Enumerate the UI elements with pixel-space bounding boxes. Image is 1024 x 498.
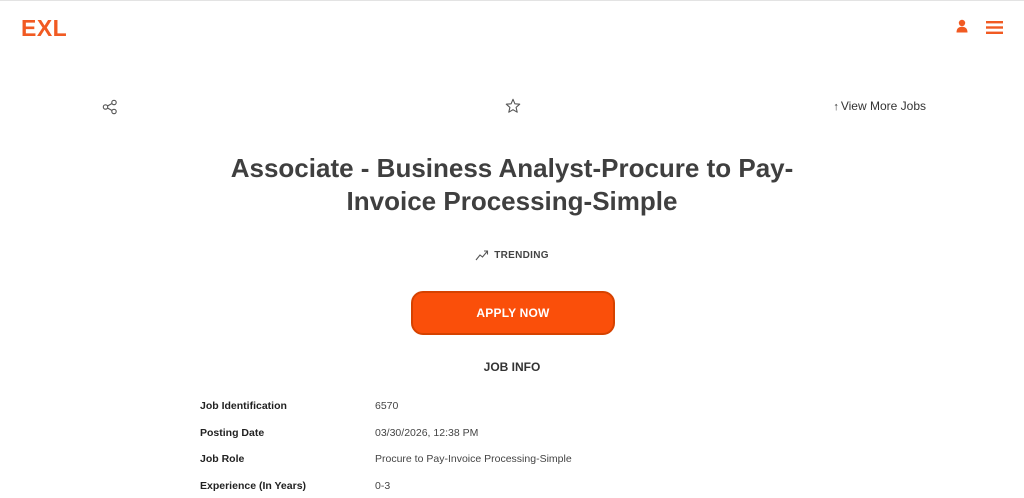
job-info-row: Experience (In Years) 0-3 [200,473,840,498]
job-title-line-2: Invoice Processing-Simple [346,186,678,216]
exl-logo[interactable]: EXL [21,15,67,41]
hamburger-menu-icon[interactable] [986,20,1003,35]
trending-label: TRENDING [494,250,549,261]
job-info-row: Job Role Procure to Pay-Invoice Processi… [200,446,840,473]
user-icon[interactable] [955,19,969,33]
experience-label: Experience (In Years) [200,480,307,493]
job-title: Associate - Business Analyst-Procure to … [112,152,912,218]
view-more-jobs-label: View More Jobs [840,99,926,113]
job-role-label: Job Role [200,453,245,466]
site-header: EXL [0,1,1024,57]
apply-now-button[interactable]: APPLY NOW [411,291,615,335]
job-info-heading: JOB INFO [483,360,541,374]
job-info-row: Posting Date 03/30/2026, 12:38 PM [200,420,840,447]
job-info-table: Job Identification 6570 Posting Date 03/… [200,393,840,498]
job-identification-label: Job Identification [200,400,287,412]
experience-value: 0-3 [375,480,391,493]
view-more-jobs-link[interactable]: ↑ View More Jobs [833,99,926,114]
arrow-up-icon: ↑ [833,101,839,113]
job-identification-value: 6570 [375,400,399,412]
share-icon[interactable] [102,99,118,115]
job-info-row: Job Identification 6570 [200,393,840,420]
trending-icon [475,250,489,261]
job-role-value: Procure to Pay-Invoice Processing-Simple [375,453,572,466]
star-icon[interactable] [505,98,521,114]
job-title-line-1: Associate - Business Analyst-Procure to … [230,153,794,183]
posting-date-value: 03/30/2026, 12:38 PM [375,426,479,439]
trending-badge: TRENDING [0,249,1024,263]
job-detail-page: EXL ↑ View More Jobs Associate - Busines… [0,0,1024,498]
posting-date-label: Posting Date [200,426,265,439]
